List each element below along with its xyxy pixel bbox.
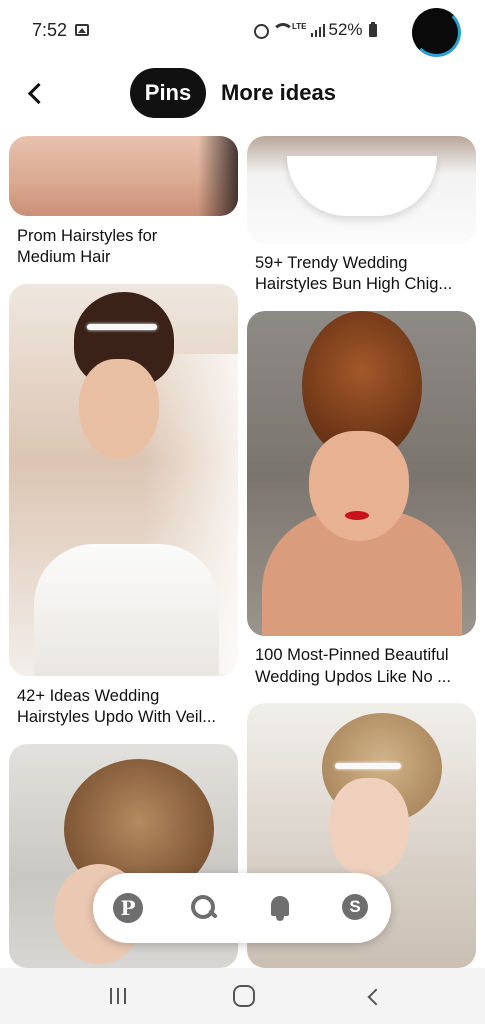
pin-image[interactable] [9,136,238,216]
battery-percent: 52% [328,20,363,39]
gallery-notification-icon [75,24,89,36]
alarm-icon [252,23,269,39]
pin-card[interactable]: 42+ Ideas Wedding Hairstyles Updo With V… [9,284,238,734]
pin-caption: 42+ Ideas Wedding [17,687,160,705]
pin-caption: 59+ Trendy Wedding [255,254,408,272]
tab-more-ideas[interactable]: More ideas [221,80,336,106]
status-time: 7:52 [32,20,68,40]
pin-image[interactable] [9,284,238,676]
pinterest-home-icon[interactable] [113,893,143,923]
wifi-icon [272,23,294,37]
pin-image[interactable] [247,311,476,636]
pin-grid[interactable]: Prom Hairstyles for Medium Hair 42+ Idea… [0,136,485,968]
signal-icon [310,23,325,37]
pin-card[interactable]: 59+ Trendy Wedding Hairstyles Bun High C… [247,136,476,306]
recents-icon[interactable] [108,986,128,1006]
system-back-icon[interactable] [364,987,382,1005]
lte-label: LTE [292,22,307,31]
pin-card[interactable]: 100 Most-Pinned Beautiful Wedding Updos … [247,311,476,691]
pin-caption: Prom Hairstyles for [17,227,158,245]
pin-card[interactable]: Prom Hairstyles for Medium Hair [9,136,238,286]
tab-pins[interactable]: Pins [130,68,206,118]
messages-icon[interactable] [341,893,371,923]
home-icon[interactable] [233,985,255,1007]
pin-caption: Wedding Updos Like No ... [255,668,451,686]
notifications-bell-icon[interactable] [265,893,295,923]
status-bar: 7:52 LTE 52% [0,0,485,62]
system-nav-bar [0,968,485,1024]
header: Pins More ideas [0,62,485,128]
status-indicators: LTE 52% [252,20,377,40]
back-button[interactable] [22,78,50,106]
pin-caption: Hairstyles Updo With Veil... [17,708,216,726]
profile-avatar[interactable] [412,8,461,57]
search-icon[interactable] [189,893,219,923]
battery-icon [368,21,377,37]
pin-caption: Medium Hair [17,248,111,266]
pin-image[interactable] [247,136,476,244]
pin-caption: 100 Most-Pinned Beautiful [255,646,449,664]
bottom-nav [93,873,391,943]
pin-caption: Hairstyles Bun High Chig... [255,275,453,293]
